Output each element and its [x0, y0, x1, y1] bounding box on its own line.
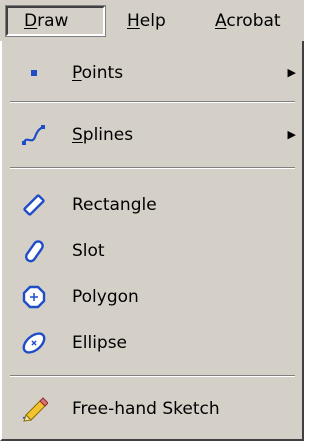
menu-acrobat[interactable]: Acrobat — [205, 6, 291, 36]
menu-item-polygon-label: Polygon — [72, 287, 139, 307]
menu-item-ellipse-label: Ellipse — [72, 333, 128, 353]
menu-item-splines[interactable]: Splines ▶ — [2, 115, 302, 155]
menu-acrobat-label: crobat — [226, 11, 281, 31]
splines-accel: S — [72, 125, 83, 145]
submenu-arrow-icon: ▶ — [287, 66, 296, 79]
splines-rest: plines — [82, 125, 134, 145]
rectangle-icon — [20, 191, 48, 219]
points-accel: P — [72, 63, 82, 83]
menu-item-rectangle[interactable]: Rectangle — [2, 185, 302, 225]
menu-draw-label: raw — [37, 11, 69, 31]
menu-item-points[interactable]: Points ▶ — [2, 53, 302, 93]
submenu-arrow-icon: ▶ — [287, 128, 296, 141]
menu-acrobat-accel: A — [215, 11, 227, 31]
menu-separator — [10, 167, 295, 169]
points-rest: oints — [81, 63, 124, 83]
menu-help-label: elp — [139, 11, 166, 31]
ellipse-icon — [20, 329, 48, 357]
point-icon — [20, 59, 48, 87]
slot-icon — [20, 237, 48, 265]
menu-bar: Draw Help Acrobat — [0, 0, 304, 41]
menu-item-polygon[interactable]: Polygon — [2, 277, 302, 317]
menu-item-splines-label: Splines — [72, 115, 133, 155]
pencil-icon — [20, 395, 49, 423]
menu-item-freehand-sketch[interactable]: Free-hand Sketch — [2, 389, 302, 429]
draw-dropdown-menu: Points ▶ Splines ▶ Rectangle Slot Polygo… — [0, 41, 304, 441]
menu-item-ellipse[interactable]: Ellipse — [2, 323, 302, 363]
spline-icon — [20, 121, 48, 149]
polygon-icon — [20, 283, 48, 311]
menu-item-freehand-sketch-label: Free-hand Sketch — [72, 399, 220, 419]
menu-draw-accel: D — [24, 11, 38, 31]
menu-draw[interactable]: Draw — [5, 5, 106, 37]
menu-separator — [10, 375, 295, 377]
menu-item-rectangle-label: Rectangle — [72, 195, 157, 215]
menu-help[interactable]: Help — [117, 6, 176, 36]
menu-item-slot[interactable]: Slot — [2, 231, 302, 271]
menu-item-points-label: Points — [72, 53, 123, 93]
menu-help-accel: H — [127, 11, 140, 31]
menu-separator — [10, 101, 295, 103]
menu-item-slot-label: Slot — [72, 241, 105, 261]
